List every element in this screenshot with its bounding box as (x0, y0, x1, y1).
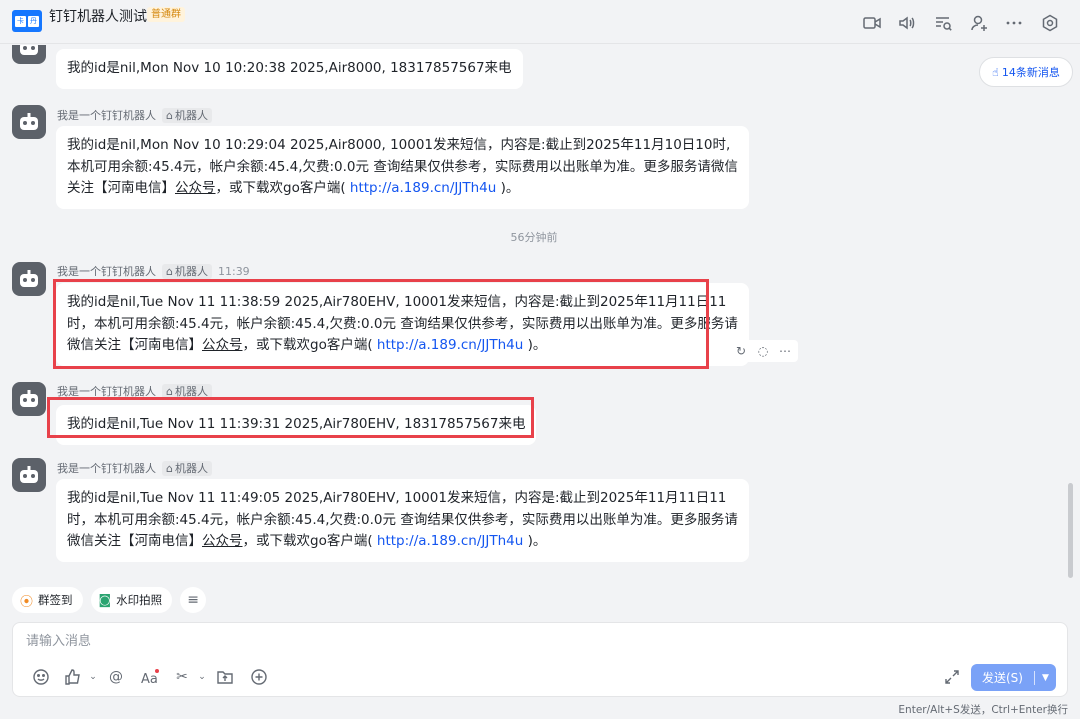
group-checkin-button[interactable]: ⦿ 群签到 (12, 587, 83, 613)
message-line: 时，本机可用余额:45.4元，帐户余额:45.4,欠费:0.0元 查询结果仅供参… (67, 511, 738, 528)
avatar-char-2: 丹 (28, 15, 39, 27)
new-messages-label: 14条新消息 (1001, 66, 1060, 79)
url-link[interactable]: http://a.189.cn/JJTh4u (377, 533, 523, 549)
send-hint: Enter/Alt+S发送，Ctrl+Enter换行 (898, 704, 1068, 716)
svg-text:Aa: Aa (141, 672, 158, 686)
highlight-box (53, 279, 709, 369)
group-checkin-label: 群签到 (38, 593, 73, 607)
bot-tag-label: 机器人 (174, 109, 208, 122)
bot-tag: ⌂ 机器人 (162, 107, 212, 123)
emoji-icon[interactable] (31, 667, 51, 687)
add-circle-icon[interactable] (249, 667, 269, 687)
menu-icon[interactable]: ≡ (180, 587, 207, 613)
settings-gear-icon[interactable] (1040, 13, 1060, 33)
message-text: 关注【河南电信】 (67, 180, 175, 196)
sender-name[interactable]: 我是一个钉钉机器人 (57, 263, 156, 279)
bot-tag: ⌂ 机器人 (162, 263, 212, 279)
robot-icon: ⌂ (166, 384, 173, 398)
robot-icon: ⌂ (166, 108, 173, 122)
video-call-icon[interactable] (862, 13, 882, 33)
thumbs-up-icon[interactable] (63, 667, 83, 687)
location-pin-icon: ⦿ (20, 594, 34, 610)
upload-folder-icon[interactable] (215, 667, 235, 687)
sender-name[interactable]: 我是一个钉钉机器人 (57, 460, 156, 476)
url-link[interactable]: http://a.189.cn/JJTh4u (350, 180, 496, 196)
group-avatar[interactable]: 卡 丹 (12, 10, 42, 32)
official-account-link[interactable]: 公众号 (202, 533, 243, 549)
bot-avatar[interactable] (12, 458, 46, 492)
message-input[interactable] (26, 631, 926, 651)
watermark-photo-label: 水印拍照 (116, 593, 163, 607)
sender-line: 我是一个钉钉机器人 ⌂ 机器人 (57, 107, 212, 123)
bot-avatar[interactable] (12, 262, 46, 296)
message-text: )。 (496, 180, 520, 196)
more-actions-icon[interactable]: ⋯ (775, 341, 795, 361)
send-options-chevron-icon[interactable]: ▼ (1035, 673, 1056, 683)
comment-icon[interactable]: ◌ (753, 341, 773, 361)
message-line: 我的id是nil,Mon Nov 10 10:29:04 2025,Air800… (67, 137, 731, 153)
reply-icon[interactable]: ↻ (731, 341, 751, 361)
bot-avatar[interactable] (12, 382, 46, 416)
search-history-icon[interactable] (933, 13, 953, 33)
text-format-icon[interactable]: Aa (140, 667, 160, 687)
chevron-down-icon[interactable]: ⌄ (192, 667, 212, 687)
message-text: 微信关注【河南电信】 (67, 533, 202, 549)
expand-icon[interactable] (942, 667, 962, 687)
message-text: ，或下载欢go客户端( (242, 533, 377, 549)
official-account-link[interactable]: 公众号 (175, 180, 216, 196)
time-divider: 56分钟前 (510, 231, 558, 244)
bot-tag-label: 机器人 (174, 462, 208, 475)
more-icon[interactable] (1004, 13, 1024, 33)
message-line: 关注【河南电信】公众号，或下载欢go客户端( http://a.189.cn/J… (67, 178, 738, 200)
chat-title[interactable]: 钉钉机器人测试 (49, 6, 147, 26)
message-bubble[interactable]: 我的id是nil,Tue Nov 11 11:49:05 2025,Air780… (56, 479, 749, 562)
bot-avatar[interactable] (12, 45, 46, 64)
voice-call-icon[interactable] (897, 13, 917, 33)
message-text: 我的id是nil,Mon Nov 10 10:20:38 2025,Air800… (67, 60, 512, 76)
scissors-icon[interactable]: ✂ (172, 667, 192, 687)
message-bubble[interactable]: 我的id是nil,Mon Nov 10 10:20:38 2025,Air800… (56, 49, 523, 89)
message-bubble[interactable]: 我的id是nil,Mon Nov 10 10:29:04 2025,Air800… (56, 126, 749, 209)
hand-pointer-icon: ☝ (992, 65, 999, 79)
mention-icon[interactable]: @ (106, 667, 126, 687)
sender-name[interactable]: 我是一个钉钉机器人 (57, 107, 156, 123)
message-line: 本机可用余额:45.4元，帐户余额:45.4,欠费:0.0元 查询结果仅供参考，… (67, 158, 738, 175)
add-member-icon[interactable] (969, 13, 989, 33)
message-text: )。 (523, 533, 547, 549)
watermark-photo-button[interactable]: ◙ 水印拍照 (90, 587, 173, 613)
message-line: 我的id是nil,Tue Nov 11 11:49:05 2025,Air780… (67, 490, 727, 506)
camera-icon: ◙ (98, 592, 112, 608)
bot-tag-label: 机器人 (174, 265, 208, 278)
message-time: 11:39 (217, 264, 250, 278)
quick-actions-bar: ⦿ 群签到 ◙ 水印拍照 ≡ (12, 587, 207, 613)
send-label: 发送(S) (982, 671, 1023, 685)
group-type-badge: 普通群 (147, 7, 185, 22)
scrollbar-thumb[interactable] (1068, 483, 1073, 578)
send-button[interactable]: 发送(S) ▼ (971, 664, 1056, 691)
new-messages-button[interactable]: ☝ 14条新消息 (979, 57, 1073, 87)
avatar-char-1: 卡 (15, 15, 26, 27)
sender-line: 我是一个钉钉机器人 ⌂ 机器人 11:39 (57, 263, 250, 279)
message-line: 微信关注【河南电信】公众号，或下载欢go客户端( http://a.189.cn… (67, 531, 738, 553)
message-actions: ↻ ◌ ⋯ (728, 340, 798, 362)
message-text: ，或下载欢go客户端( (215, 180, 350, 196)
chat-header: 卡 丹 钉钉机器人测试 普通群 (0, 0, 1080, 44)
message-composer: ⌄ @ Aa ✂ ⌄ 发送(S) ▼ (12, 622, 1068, 697)
message-list[interactable]: 我的id是nil,Mon Nov 10 10:20:38 2025,Air800… (0, 45, 1080, 585)
highlight-box (47, 397, 534, 438)
chevron-down-icon[interactable]: ⌄ (83, 667, 103, 687)
bot-tag: ⌂ 机器人 (162, 460, 212, 476)
sender-line: 我是一个钉钉机器人 ⌂ 机器人 (57, 460, 212, 476)
robot-icon: ⌂ (166, 264, 173, 278)
bot-avatar[interactable] (12, 105, 46, 139)
robot-icon: ⌂ (166, 461, 173, 475)
